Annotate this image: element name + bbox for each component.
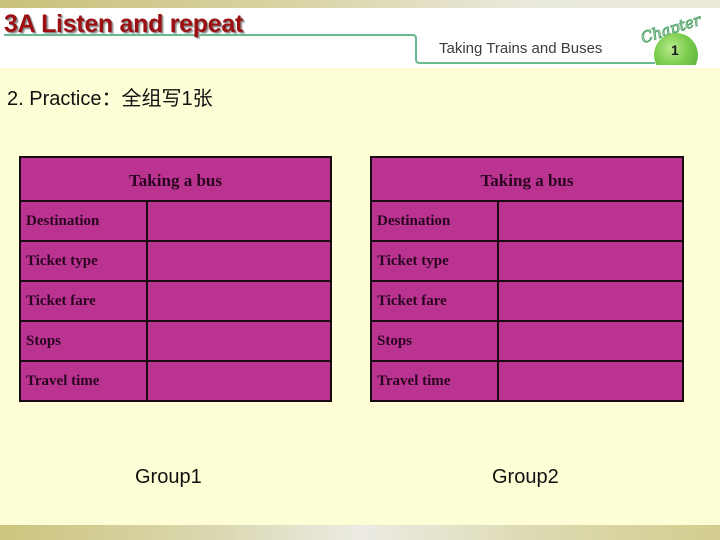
table-row: Destination [370, 200, 684, 242]
row-label: Travel time [19, 360, 148, 402]
table-title: Taking a bus [19, 156, 332, 202]
group1-label: Group1 [135, 466, 202, 488]
table-row: Travel time [370, 360, 684, 402]
bottom-decorative-bar [0, 525, 720, 540]
row-value-cell[interactable] [497, 280, 684, 322]
row-value-cell[interactable] [145, 360, 333, 402]
bus-table-group1: Taking a bus Destination Ticket type Tic… [19, 156, 333, 402]
row-label: Destination [19, 200, 148, 242]
row-value-cell[interactable] [497, 200, 684, 242]
row-label: Destination [370, 200, 499, 242]
row-value-cell[interactable] [145, 200, 333, 242]
row-label: Stops [370, 320, 499, 362]
bus-table-group2: Taking a bus Destination Ticket type Tic… [370, 156, 684, 402]
chapter-number: 1 [671, 42, 679, 58]
table-title: Taking a bus [370, 156, 684, 202]
slide-title: 3A Listen and repeat [4, 10, 243, 38]
row-value-cell[interactable] [145, 280, 333, 322]
row-value-cell[interactable] [145, 320, 333, 362]
chapter-subtitle: Taking Trains and Buses [439, 40, 603, 57]
row-label: Ticket fare [19, 280, 148, 322]
practice-instruction: 2. Practice：全组写1张 [7, 88, 213, 110]
row-label: Travel time [370, 360, 499, 402]
table-row: Ticket fare [370, 280, 684, 322]
row-value-cell[interactable] [497, 320, 684, 362]
table-row: Travel time [19, 360, 333, 402]
table-row: Destination [19, 200, 333, 242]
row-value-cell[interactable] [145, 240, 333, 282]
row-label: Ticket type [19, 240, 148, 282]
row-label: Ticket fare [370, 280, 499, 322]
table-row: Ticket type [19, 240, 333, 282]
row-label: Stops [19, 320, 148, 362]
row-label: Ticket type [370, 240, 499, 282]
table-row: Stops [19, 320, 333, 362]
row-value-cell[interactable] [497, 360, 684, 402]
row-value-cell[interactable] [497, 240, 684, 282]
table-row: Ticket fare [19, 280, 333, 322]
group2-label: Group2 [492, 466, 559, 488]
table-row: Stops [370, 320, 684, 362]
table-row: Ticket type [370, 240, 684, 282]
